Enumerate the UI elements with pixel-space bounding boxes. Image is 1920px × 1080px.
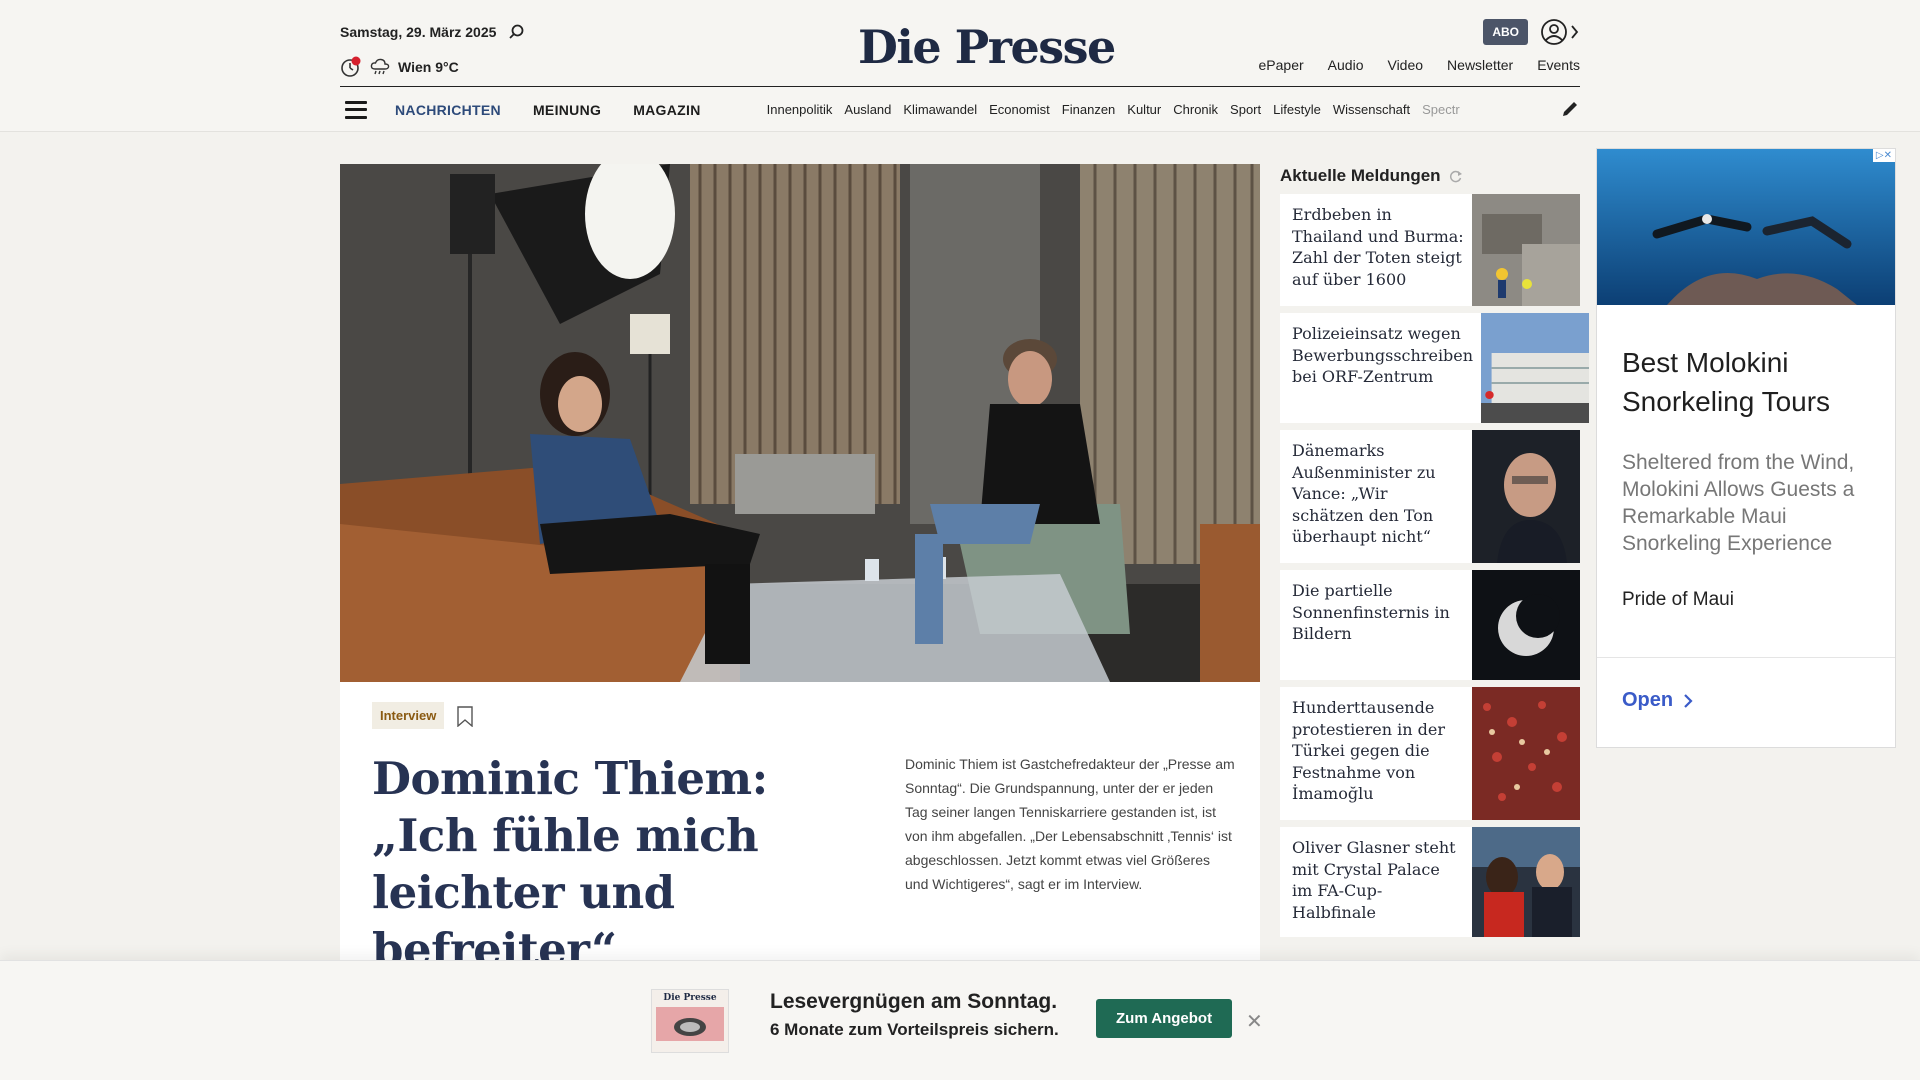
category-economist[interactable]: Economist [989, 102, 1050, 117]
ad-image[interactable] [1597, 149, 1896, 305]
magazine-logo: Die Presse [663, 993, 717, 1003]
category-lifestyle[interactable]: Lifestyle [1273, 102, 1321, 117]
category-chronik[interactable]: Chronik [1173, 102, 1218, 117]
category-wissenschaft[interactable]: Wissenschaft [1333, 102, 1410, 117]
advertisement[interactable]: ▷✕ Best Molokini Snorkeling Tours Shelte… [1596, 148, 1896, 748]
promo-text: Lesevergnügen am Sonntag. 6 Monate zum V… [770, 990, 1059, 1040]
news-thumbnail[interactable] [1472, 430, 1580, 563]
rain-cloud-icon [370, 58, 390, 75]
article-tag[interactable]: Interview [372, 702, 445, 729]
category-finanzen[interactable]: Finanzen [1062, 102, 1115, 117]
news-headline[interactable]: Oliver Glasner steht mit Crystal Palace … [1280, 827, 1472, 937]
list-item[interactable]: Erdbeben in Thailand und Burma: Zahl der… [1280, 194, 1580, 306]
offer-button[interactable]: Zum Angebot [1096, 999, 1233, 1038]
tab-nachrichten[interactable]: NACHRICHTEN [395, 102, 501, 118]
lead-headline[interactable]: Dominic Thiem: „Ich fühle mich leichter … [372, 750, 842, 978]
weather-bar: Wien 9°C [340, 56, 459, 78]
ad-close-icon[interactable]: ▷✕ [1872, 149, 1895, 162]
news-thumbnail[interactable] [1472, 570, 1580, 680]
main-navigation: NACHRICHTEN MEINUNG MAGAZIN Innenpolitik… [340, 86, 1580, 132]
news-headline[interactable]: Hunderttausende protestieren in der Türk… [1280, 687, 1472, 820]
list-item[interactable]: Hunderttausende protestieren in der Türk… [1280, 687, 1580, 820]
service-links: ePaper Audio Video Newsletter Events [1259, 57, 1580, 73]
ad-brand: Pride of Maui [1622, 589, 1734, 610]
ad-title[interactable]: Best Molokini Snorkeling Tours [1622, 343, 1872, 421]
news-thumbnail[interactable] [1481, 313, 1590, 423]
promo-line-2: 6 Monate zum Vorteilspreis sichern. [770, 1020, 1059, 1039]
account-area: ABO [1483, 18, 1580, 46]
lead-article-card[interactable]: Interview Dominic Thiem: „Ich fühle mich… [340, 682, 1260, 982]
category-sport[interactable]: Sport [1230, 102, 1261, 117]
site-header: Samstag, 29. März 2025 Wien 9°C Die Pres… [0, 0, 1920, 132]
category-spectrum[interactable]: Spectr [1422, 102, 1460, 117]
magazine-cover: Die Presse [651, 989, 729, 1053]
abo-button[interactable]: ABO [1483, 19, 1528, 45]
news-title-text: Aktuelle Meldungen [1280, 166, 1441, 185]
category-kultur[interactable]: Kultur [1127, 102, 1161, 117]
close-icon[interactable]: ✕ [1246, 1009, 1263, 1034]
news-section-title: Aktuelle Meldungen [1280, 166, 1463, 186]
divider [1597, 657, 1895, 658]
section-tabs: NACHRICHTEN MEINUNG MAGAZIN [395, 102, 701, 118]
news-headline[interactable]: Erdbeben in Thailand und Burma: Zahl der… [1280, 194, 1472, 306]
link-epaper[interactable]: ePaper [1259, 57, 1304, 73]
bookmark-icon[interactable] [457, 706, 473, 727]
news-list: Erdbeben in Thailand und Burma: Zahl der… [1280, 194, 1590, 944]
chevron-right-icon [1684, 693, 1693, 708]
tab-magazin[interactable]: MAGAZIN [633, 102, 700, 118]
link-audio[interactable]: Audio [1328, 57, 1364, 73]
news-thumbnail[interactable] [1472, 827, 1580, 937]
subscription-banner: Die Presse Lesevergnügen am Sonntag. 6 M… [0, 960, 1920, 1080]
news-thumbnail[interactable] [1472, 687, 1580, 820]
lead-teaser: Dominic Thiem ist Gastchefredakteur der … [905, 756, 1235, 892]
ad-open-label: Open [1622, 689, 1674, 711]
link-events[interactable]: Events [1537, 57, 1580, 73]
link-video[interactable]: Video [1387, 57, 1423, 73]
list-item[interactable]: Polizeieinsatz wegen Bewerbungsschreiben… [1280, 313, 1590, 423]
pencil-icon[interactable] [1560, 99, 1580, 119]
search-icon[interactable] [508, 24, 524, 40]
magazine-cover-image [656, 1007, 724, 1041]
tab-meinung[interactable]: MEINUNG [533, 102, 601, 118]
menu-icon[interactable] [345, 100, 367, 119]
date-bar: Samstag, 29. März 2025 [340, 24, 524, 40]
news-thumbnail[interactable] [1472, 194, 1580, 306]
clock-notification-icon[interactable] [340, 56, 362, 78]
category-innenpolitik[interactable]: Innenpolitik [767, 102, 833, 117]
category-ausland[interactable]: Ausland [844, 102, 891, 117]
hero-image[interactable] [340, 164, 1260, 682]
list-item[interactable]: Oliver Glasner steht mit Crystal Palace … [1280, 827, 1580, 937]
weather-text[interactable]: Wien 9°C [398, 59, 459, 75]
ad-open-button[interactable]: Open [1622, 689, 1693, 712]
list-item[interactable]: Die partielle Sonnenfinsternis in Bilder… [1280, 570, 1580, 680]
link-newsletter[interactable]: Newsletter [1447, 57, 1513, 73]
site-logo[interactable]: Die Presse [858, 20, 1116, 74]
list-item[interactable]: Dänemarks Außenminister zu Vance: „Wir s… [1280, 430, 1580, 563]
current-date: Samstag, 29. März 2025 [340, 24, 497, 40]
news-headline[interactable]: Dänemarks Außenminister zu Vance: „Wir s… [1280, 430, 1472, 563]
ad-description: Sheltered from the Wind, Molokini Allows… [1622, 451, 1855, 555]
news-headline[interactable]: Polizeieinsatz wegen Bewerbungsschreiben… [1280, 313, 1481, 423]
user-account-icon[interactable] [1540, 18, 1580, 46]
category-nav: Innenpolitik Ausland Klimawandel Economi… [767, 102, 1533, 117]
category-klimawandel[interactable]: Klimawandel [903, 102, 977, 117]
promo-line-1: Lesevergnügen am Sonntag. [770, 990, 1058, 1013]
refresh-icon[interactable] [1449, 169, 1463, 183]
news-headline[interactable]: Die partielle Sonnenfinsternis in Bilder… [1280, 570, 1472, 680]
